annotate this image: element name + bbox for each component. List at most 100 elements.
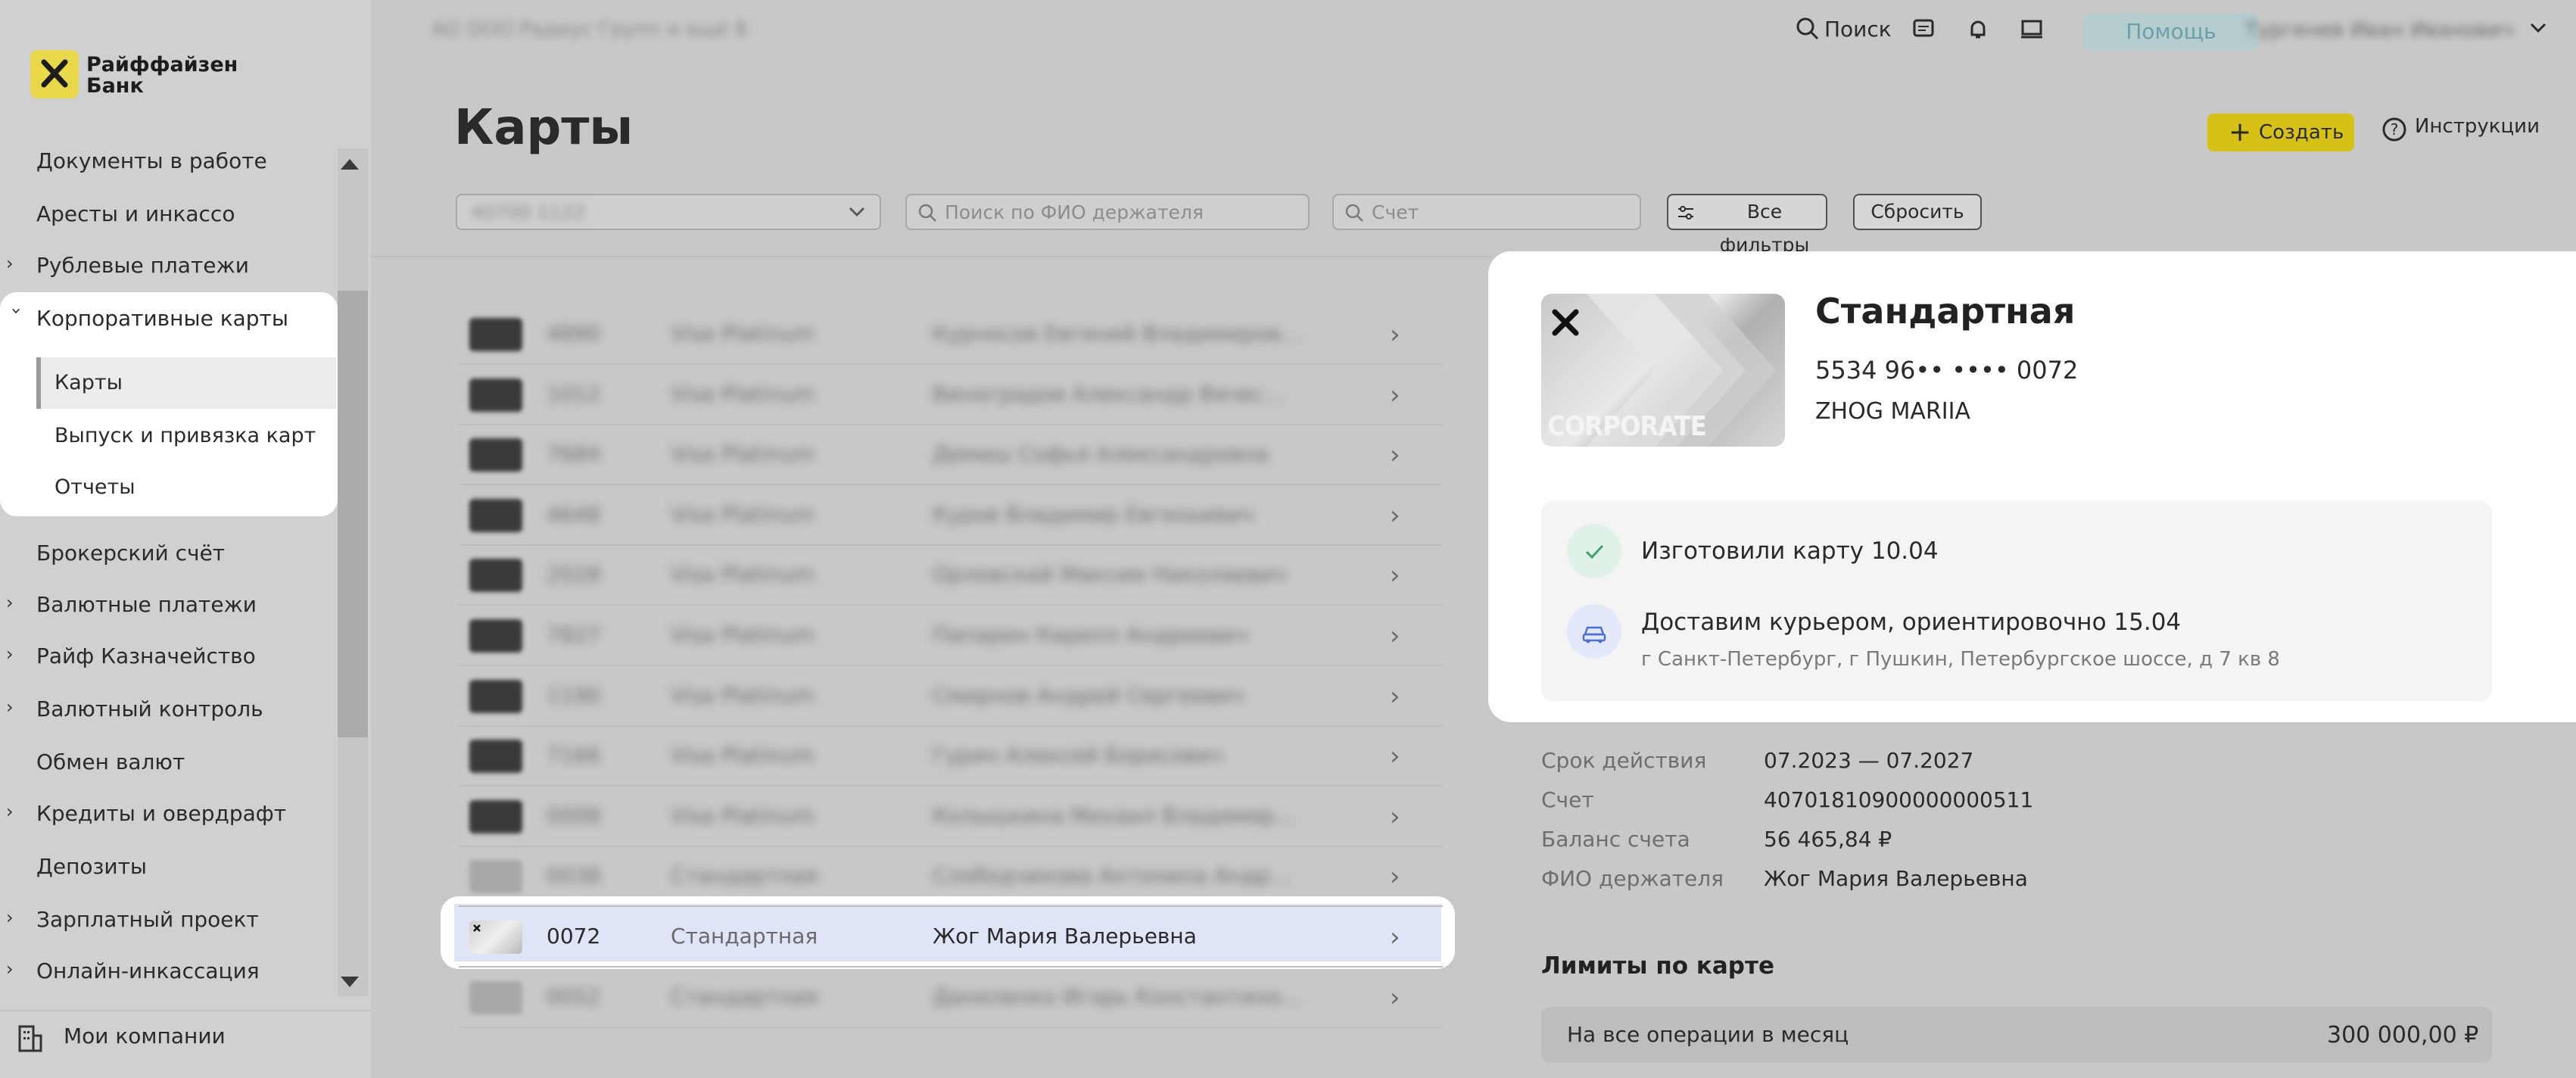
chevron-right-icon[interactable]: › <box>1390 319 1400 350</box>
sidebar-item-treasury[interactable]: Райф Казначейство <box>36 643 256 668</box>
card-holder: Курносов Евгений Владимиров... <box>933 321 1301 346</box>
raiffeisen-logo-icon[interactable] <box>30 50 79 98</box>
card-type: Стандартная <box>671 863 818 888</box>
chevron-right-icon[interactable]: › <box>1390 983 1400 1013</box>
company-breadcrumb[interactable]: АО ООО Радиус Групп и ещё 8 <box>431 18 747 41</box>
table-row[interactable]: 1190 Visa Platinum Смирнов Андрей Сергееви… <box>459 666 1443 725</box>
card-holder: Демиш Софья Александровна <box>933 441 1269 466</box>
my-companies-link[interactable]: Мои компании <box>64 1023 226 1048</box>
sidebar-item-collection[interactable]: Онлайн-инкассация <box>36 958 260 983</box>
card-thumbnail <box>469 680 522 713</box>
card-holder: Папарин Кирилл Андреевич <box>933 622 1248 647</box>
chevron-right-icon[interactable]: › <box>1390 621 1400 651</box>
table-row[interactable]: 1012 Visa Platinum Виноградов Александр Вя… <box>459 365 1443 424</box>
create-button[interactable]: + Создать <box>2207 114 2354 151</box>
chevron-right-icon[interactable]: › <box>1390 681 1400 712</box>
table-row[interactable]: 0072 Стандартная Жог Мария Валерьевна › <box>459 907 1443 966</box>
card-title: Стандартная <box>1815 291 2076 332</box>
card-holder: Орловский Максим Николаевич <box>933 562 1287 587</box>
chevron-right-icon[interactable]: › <box>1390 861 1400 892</box>
chevron-right-icon[interactable]: › <box>6 907 24 928</box>
sidebar-item-fx-payments[interactable]: Валютные платежи <box>36 592 257 617</box>
search-link[interactable]: Поиск <box>1824 17 1892 42</box>
chevron-right-icon[interactable]: › <box>6 253 24 274</box>
card-thumbnail <box>469 438 522 472</box>
search-icon[interactable] <box>1796 17 1820 44</box>
chevron-down-icon[interactable]: › <box>6 307 27 326</box>
sidebar-item-fx-exchange[interactable]: Обмен валют <box>36 749 185 774</box>
card-thumbnail <box>469 379 522 412</box>
chevron-right-icon[interactable]: › <box>1390 922 1400 952</box>
sidebar-item-rub-payments[interactable]: Рублевые платежи <box>36 253 249 278</box>
card-holder: Виноградов Александр Вячес... <box>933 382 1285 407</box>
chevron-right-icon[interactable]: › <box>1390 741 1400 771</box>
chevron-right-icon[interactable]: › <box>1390 560 1400 590</box>
table-row[interactable]: 7166 Visa Platinum Гурин Алексей Борисович… <box>459 726 1443 785</box>
header-divider <box>371 256 1491 257</box>
table-row[interactable]: 0008 Visa Platinum Колышкина Михаил Владим… <box>459 787 1443 846</box>
account-select[interactable]: 40700 1122 <box>456 194 881 230</box>
table-row[interactable]: 4648 Visa Platinum Куров Владимир Евгеньев… <box>459 485 1443 544</box>
account-value[interactable]: 40701810900000000511 <box>1764 787 2033 812</box>
monitor-icon[interactable] <box>2020 18 2044 44</box>
chevron-down-icon[interactable] <box>2528 20 2548 38</box>
chevron-right-icon[interactable]: › <box>6 696 24 718</box>
table-row[interactable]: 0052 Стандартная Даниленко Игорь Константи… <box>459 967 1443 1027</box>
card-thumbnail <box>469 559 522 592</box>
chevron-right-icon[interactable]: › <box>6 801 24 822</box>
sidebar-subitem-cards[interactable]: Карты <box>55 371 123 394</box>
logo-line-2: Банк <box>86 74 144 98</box>
sidebar-item-credits[interactable]: Кредиты и овердрафт <box>36 801 286 826</box>
account-search-input[interactable]: Счет <box>1332 194 1641 230</box>
card-type: Стандартная <box>671 924 818 949</box>
scroll-down-arrow-icon[interactable] <box>341 977 359 987</box>
all-filters-button[interactable]: Все фильтры <box>1667 194 1827 256</box>
table-row[interactable]: 7684 Visa Platinum Демиш Софья Александров… <box>459 425 1443 484</box>
table-row[interactable]: 4890 Visa Platinum Курносов Евгений Владим… <box>459 304 1443 363</box>
holder-search-input[interactable]: Поиск по ФИО держателя <box>905 194 1310 230</box>
card-last-digits: 1012 <box>547 382 601 407</box>
plus-icon: + <box>2229 117 2252 148</box>
chevron-right-icon[interactable]: › <box>1390 500 1400 531</box>
sidebar-subitem-issue[interactable]: Выпуск и привязка карт <box>55 424 316 447</box>
card-holder: Куров Владимир Евгеньевич <box>933 502 1254 527</box>
limit-value: 300 000,00 ₽ <box>2327 1022 2479 1048</box>
scroll-up-arrow-icon[interactable] <box>341 159 359 170</box>
sidebar-item-brokerage[interactable]: Брокерский счёт <box>36 541 225 565</box>
sidebar-item-fx-control[interactable]: Валютный контроль <box>36 696 263 721</box>
reset-button[interactable]: Сбросить <box>1853 194 1982 230</box>
card-last-digits: 0038 <box>547 863 601 888</box>
create-label: Создать <box>2259 121 2344 144</box>
sidebar-item-salary[interactable]: Зарплатный проект <box>36 907 259 932</box>
chevron-down-icon <box>849 207 865 217</box>
instructions-link[interactable]: Инструкции <box>2415 115 2540 138</box>
sidebar-subitem-reports[interactable]: Отчеты <box>55 475 135 499</box>
sidebar-item-corporate-cards[interactable]: Корпоративные карты <box>36 306 288 331</box>
help-button[interactable]: Помощь <box>2083 14 2259 50</box>
scrollbar-thumb[interactable] <box>338 291 368 737</box>
sidebar-item-arrests[interactable]: Аресты и инкассо <box>36 201 235 226</box>
card-brand-text: CORPORATE <box>1547 411 1707 442</box>
card-holder: Слободчикова Антонина Андр... <box>933 863 1291 888</box>
chevron-right-icon[interactable]: › <box>1390 380 1400 410</box>
card-last-digits: 0052 <box>547 984 601 1009</box>
account-select-value: 40700 1122 <box>471 201 586 223</box>
card-type: Visa Platinum <box>671 321 815 346</box>
sidebar-item-documents[interactable]: Документы в работе <box>36 148 267 173</box>
chevron-right-icon[interactable]: › <box>6 958 24 980</box>
chevron-right-icon[interactable]: › <box>1390 802 1400 832</box>
question-icon[interactable]: ? <box>2381 117 2407 145</box>
table-row[interactable]: 7827 Visa Platinum Папарин Кирилл Андрееви… <box>459 606 1443 665</box>
bell-icon[interactable] <box>1967 18 1989 44</box>
user-name[interactable]: Тургенев Иван Иванович <box>2245 18 2513 42</box>
sidebar-item-deposits[interactable]: Депозиты <box>36 854 147 879</box>
chevron-right-icon[interactable]: › <box>1390 440 1400 470</box>
chat-icon[interactable] <box>1912 18 1935 44</box>
chevron-right-icon[interactable]: › <box>6 592 24 613</box>
sidebar: Райффайзен Банк Документы в работе Арест… <box>0 0 371 1078</box>
chevron-right-icon[interactable]: › <box>6 643 24 665</box>
card-thumbnail <box>469 318 522 351</box>
table-row[interactable]: 0038 Стандартная Слободчикова Антонина Анд… <box>459 846 1443 905</box>
table-row[interactable]: 2028 Visa Platinum Орловский Максим Никола… <box>459 545 1443 604</box>
card-type: Visa Platinum <box>671 502 815 527</box>
